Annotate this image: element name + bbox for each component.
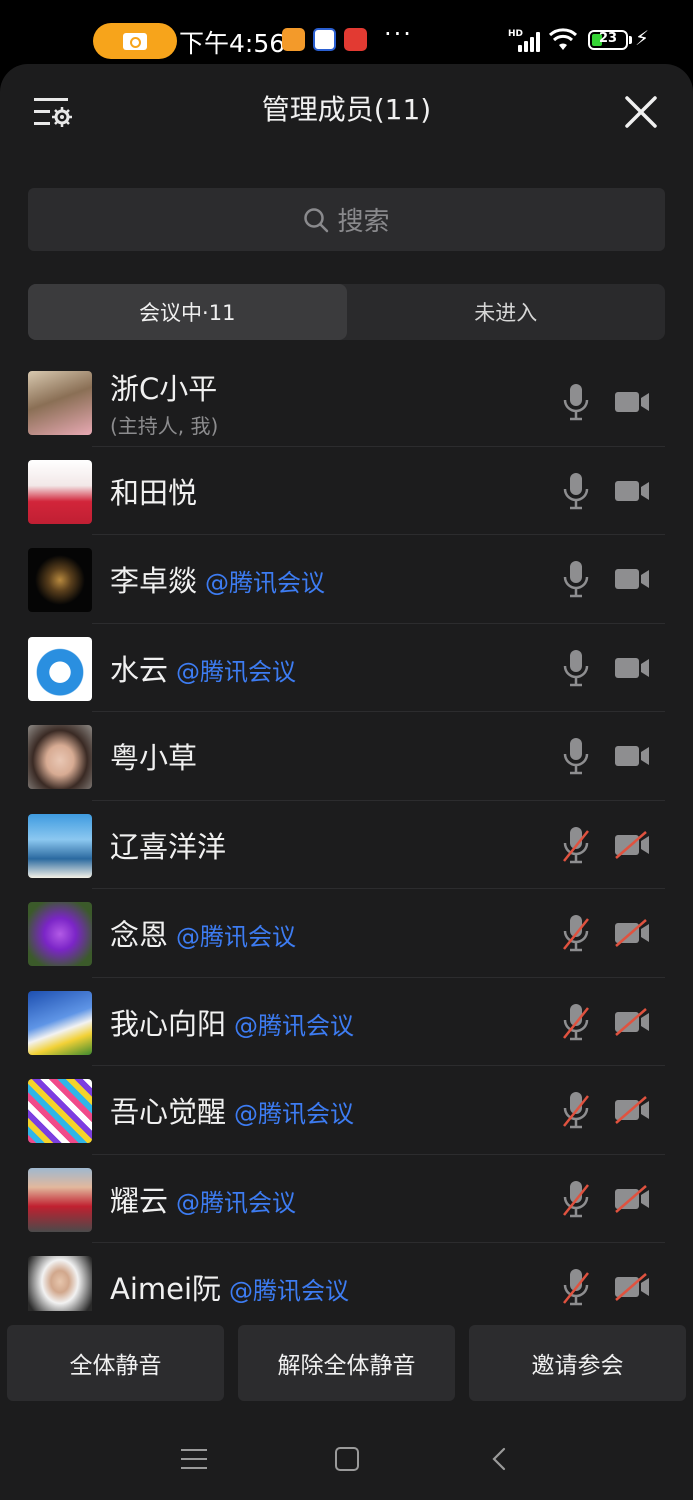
camera-off-icon[interactable] [612,1272,652,1302]
member-row[interactable]: 我心向阳 @腾讯会议 [0,978,693,1066]
battery-icon: 23 [588,30,628,50]
search-placeholder: 搜索 [337,207,390,237]
avatar [28,459,92,524]
member-tag: @腾讯会议 [229,1277,350,1305]
member-tag: @腾讯会议 [176,657,297,686]
member-name: 耀云 [110,1183,169,1218]
status-time: 下午4:56 [179,29,286,58]
charging-icon: ⚡ [635,26,650,50]
camera-off-icon[interactable] [612,1007,652,1037]
member-row[interactable]: 辽喜洋洋 [0,801,693,889]
member-name: 吾心觉醒 [110,1095,227,1129]
camera-off-icon[interactable] [612,1095,652,1125]
page-title: 管理成员(11) [261,93,432,126]
mic-muted-icon[interactable] [560,825,592,865]
member-row[interactable]: 耀云 @腾讯会议 [0,1155,693,1243]
camera-off-icon[interactable] [612,918,652,948]
status-more-dots: ··· [384,20,413,48]
member-name: 我心向阳 [110,1006,227,1041]
avatar [28,990,92,1055]
avatar [28,1167,92,1232]
search-input[interactable]: 搜索 [28,188,665,251]
app-icon-red [344,28,367,51]
member-row[interactable]: 李卓燚 @腾讯会议 [0,535,693,624]
tab-not-joined[interactable]: 未进入 [347,284,666,340]
camera-off-icon[interactable] [612,1184,652,1214]
member-name: Aimei阮 [110,1272,222,1306]
signal-icon [514,30,542,52]
mic-icon[interactable] [560,382,592,422]
mic-icon[interactable] [560,736,592,776]
avatar [28,548,92,612]
wifi-icon [548,28,578,50]
avatar [28,371,92,435]
member-list: 浙C小平 (主持人, 我) 和田悦 李卓燚 @腾讯会议 水云 @腾讯会议 粤小草… [0,358,693,1332]
avatar [28,636,92,701]
bottom-actions: 全体静音 解除全体静音 邀请参会 [0,1311,693,1415]
mute-all-button[interactable]: 全体静音 [7,1325,224,1401]
avatar [28,725,92,789]
invite-button[interactable]: 邀请参会 [469,1325,686,1401]
mic-icon[interactable] [560,648,592,688]
member-name: 浙C小平 [110,371,218,406]
status-bar: 下午4:56 ··· HD 23 ⚡ [0,0,693,66]
app-icon-blue [313,28,336,51]
member-tag: @腾讯会议 [176,923,297,951]
member-row[interactable]: 水云 @腾讯会议 [0,624,693,712]
camera-off-icon[interactable] [612,830,652,860]
member-tag: @腾讯会议 [234,1011,355,1040]
member-tag: @腾讯会议 [176,1188,297,1217]
member-tabs: 会议中·11 未进入 [28,284,665,340]
member-name: 念恩 [110,918,169,952]
camera-icon[interactable] [612,653,652,683]
member-tag: @腾讯会议 [205,569,326,597]
mic-muted-icon[interactable] [560,1090,592,1130]
tab-in-meeting[interactable]: 会议中·11 [28,284,347,340]
search-icon [304,207,329,232]
unmute-all-button[interactable]: 解除全体静音 [238,1325,455,1401]
manage-members-panel: 管理成员(11) 搜索 会议中·11 未进入 浙C小平 (主持人, 我) 和田悦… [0,64,693,1500]
mic-muted-icon[interactable] [560,1179,592,1219]
member-row[interactable]: 粤小草 [0,712,693,801]
avatar [28,902,92,966]
member-row[interactable]: 浙C小平 (主持人, 我) [0,358,693,447]
camera-recording-icon[interactable] [93,23,177,59]
member-name: 粤小草 [110,741,198,775]
system-nav-bar [0,1415,693,1500]
member-tag: @腾讯会议 [234,1100,355,1128]
camera-icon[interactable] [612,387,652,417]
app-icon-orange [282,28,305,51]
camera-icon[interactable] [612,741,652,771]
member-role: (主持人, 我) [110,413,219,438]
member-name: 和田悦 [110,475,198,510]
home-icon[interactable] [335,1447,359,1471]
member-name: 水云 [110,652,169,687]
avatar [28,813,92,878]
member-row[interactable]: 和田悦 [0,447,693,535]
avatar [28,1079,92,1143]
mic-icon[interactable] [560,559,592,599]
close-icon[interactable] [623,94,659,130]
member-row[interactable]: 念恩 @腾讯会议 [0,889,693,978]
mic-muted-icon[interactable] [560,913,592,953]
camera-icon[interactable] [612,476,652,506]
member-name: 辽喜洋洋 [110,829,227,864]
camera-icon[interactable] [612,564,652,594]
menu-icon[interactable] [181,1449,207,1469]
mic-muted-icon[interactable] [560,1267,592,1307]
member-row[interactable]: 吾心觉醒 @腾讯会议 [0,1066,693,1155]
mic-icon[interactable] [560,471,592,511]
back-icon[interactable] [492,1447,506,1471]
mic-muted-icon[interactable] [560,1002,592,1042]
member-name: 李卓燚 [110,564,198,598]
